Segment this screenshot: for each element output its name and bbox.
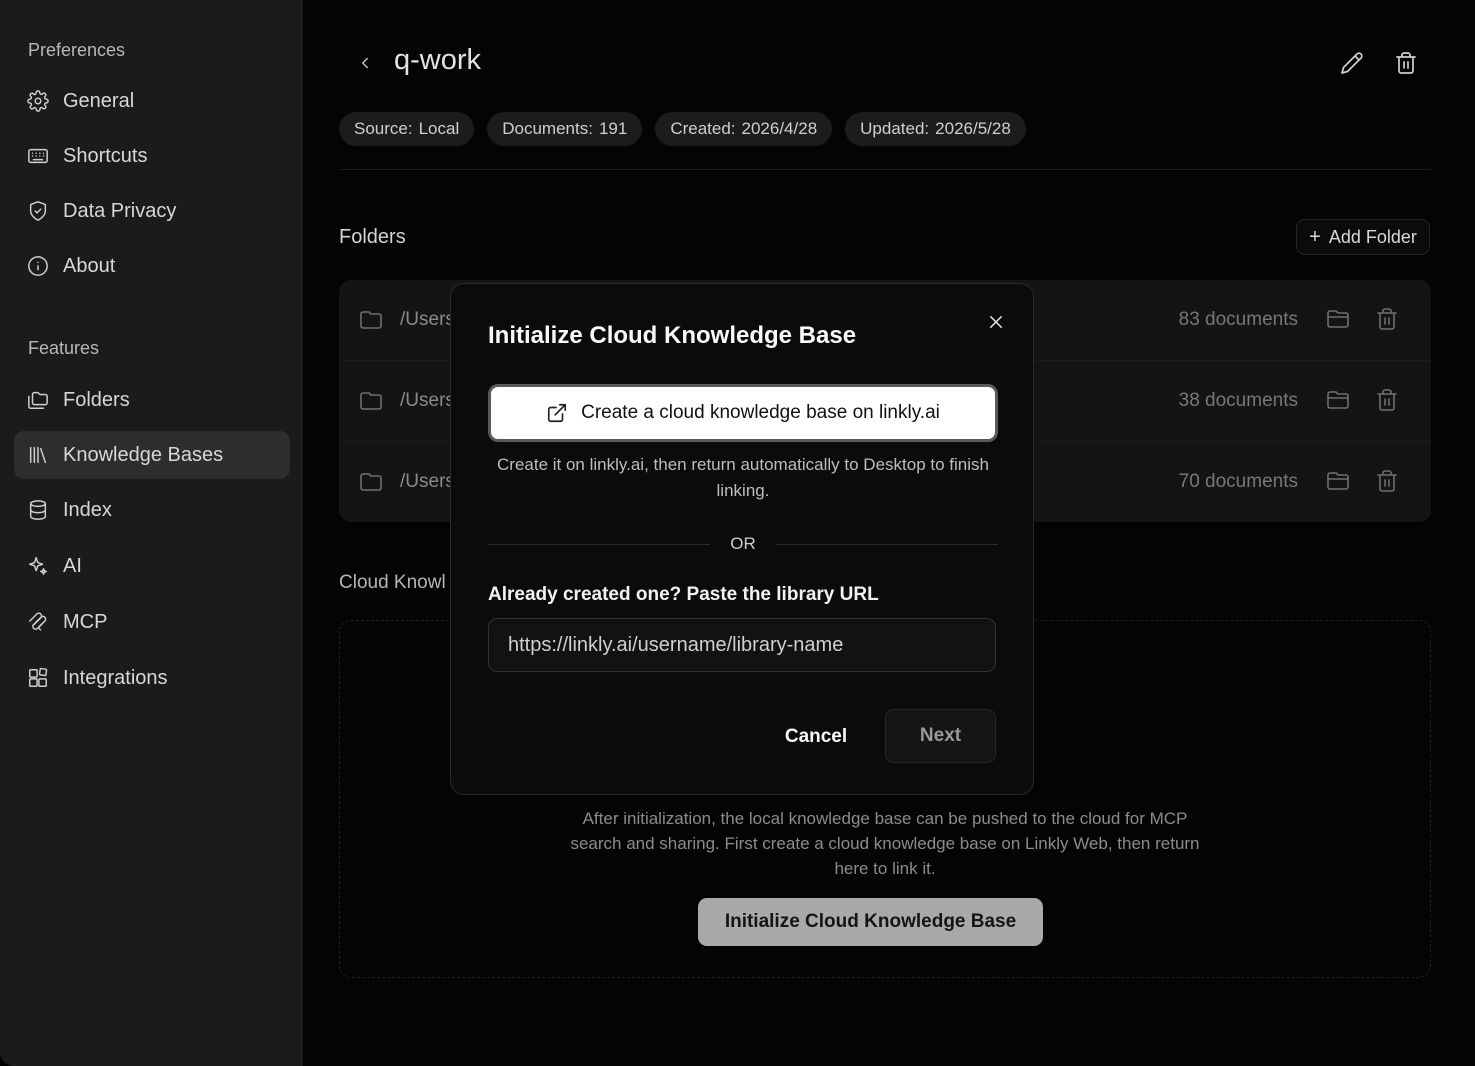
sidebar: Preferences General Shortcuts Data Priva…	[0, 0, 303, 1066]
updated-chip: Updated: 2026/5/28	[845, 112, 1026, 146]
delete-kb-button[interactable]	[1391, 48, 1421, 78]
sidebar-item-mcp[interactable]: MCP	[14, 598, 290, 646]
folder-open-icon	[1327, 310, 1349, 328]
sidebar-item-data-privacy[interactable]: Data Privacy	[14, 187, 290, 235]
trash-icon	[1377, 469, 1397, 492]
sidebar-item-label: Folders	[63, 388, 130, 411]
sidebar-item-label: MCP	[63, 610, 108, 633]
open-folder-button[interactable]	[1326, 469, 1352, 495]
folders-icon	[26, 388, 50, 412]
folder-document-count: 70 documents	[1178, 470, 1298, 492]
sidebar-item-label: Shortcuts	[63, 144, 148, 167]
back-button[interactable]	[353, 48, 377, 78]
blocks-icon	[26, 666, 50, 690]
chevron-left-icon	[362, 57, 368, 69]
trash-icon	[1396, 52, 1416, 74]
sidebar-item-general[interactable]: General	[14, 77, 290, 125]
close-button[interactable]	[983, 309, 1009, 335]
or-separator: OR	[730, 534, 756, 553]
url-label: Already created one? Paste the library U…	[488, 584, 879, 605]
database-icon	[26, 498, 50, 522]
sidebar-item-ai[interactable]: AI	[14, 542, 290, 590]
sidebar-item-label: Knowledge Bases	[63, 443, 224, 466]
folder-path: /Users	[400, 470, 455, 492]
create-hint: Create it on linkly.ai, then return auto…	[497, 455, 989, 500]
sidebar-item-integrations[interactable]: Integrations	[14, 654, 290, 702]
cloud-section-heading: Cloud Knowl	[339, 572, 446, 593]
sidebar-item-label: Index	[63, 498, 112, 521]
sidebar-item-label: About	[63, 254, 116, 277]
sidebar-item-folders[interactable]: Folders	[14, 376, 290, 424]
mcp-icon	[26, 610, 50, 634]
cloud-description: After initialization, the local knowledg…	[570, 809, 1200, 878]
sidebar-item-about[interactable]: About	[14, 242, 290, 290]
sidebar-item-label: Integrations	[63, 666, 168, 689]
delete-folder-button[interactable]	[1375, 307, 1401, 333]
preferences-section-label: Preferences	[28, 40, 126, 60]
page-title: q-work	[394, 44, 482, 76]
divider	[339, 169, 1431, 170]
sparkles-icon	[26, 554, 50, 578]
open-folder-button[interactable]	[1326, 388, 1352, 414]
edit-button[interactable]	[1337, 48, 1367, 78]
next-button[interactable]: Next	[885, 709, 996, 763]
library-icon	[26, 443, 50, 467]
folder-icon	[359, 308, 383, 332]
folders-heading: Folders	[339, 226, 406, 248]
trash-icon	[1377, 308, 1397, 330]
sidebar-item-index[interactable]: Index	[14, 486, 290, 534]
initialize-cloud-button[interactable]: Initialize Cloud Knowledge Base	[698, 898, 1043, 946]
sidebar-item-knowledge-bases[interactable]: Knowledge Bases	[14, 431, 290, 479]
created-chip: Created: 2026/4/28	[655, 112, 833, 146]
sidebar-item-shortcuts[interactable]: Shortcuts	[14, 132, 290, 180]
sidebar-item-label: AI	[63, 554, 82, 577]
info-icon	[26, 254, 50, 278]
create-on-linkly-button[interactable]: Create a cloud knowledge base on linkly.…	[488, 384, 998, 442]
sidebar-item-label: Data Privacy	[63, 199, 177, 222]
shield-icon	[26, 199, 50, 223]
delete-folder-button[interactable]	[1375, 469, 1401, 495]
cancel-button[interactable]: Cancel	[769, 710, 863, 764]
or-divider-left	[488, 544, 710, 545]
source-chip: Source: Local	[339, 112, 475, 146]
features-section-label: Features	[28, 338, 100, 358]
documents-chip: Documents: 191	[487, 112, 643, 146]
plus-icon: +	[1309, 225, 1321, 248]
folder-path: /Users	[400, 389, 455, 411]
folder-icon	[359, 470, 383, 494]
delete-folder-button[interactable]	[1375, 388, 1401, 414]
folder-icon	[359, 389, 383, 413]
external-link-icon	[548, 403, 567, 423]
trash-icon	[1377, 388, 1397, 411]
dialog-title: Initialize Cloud Knowledge Base	[488, 322, 857, 349]
sidebar-item-label: General	[63, 89, 135, 112]
add-folder-button[interactable]: + Add Folder	[1296, 219, 1430, 255]
library-url-input[interactable]	[488, 618, 996, 672]
or-divider-right	[776, 544, 998, 545]
open-folder-button[interactable]	[1326, 307, 1352, 333]
folder-document-count: 83 documents	[1178, 309, 1298, 330]
initialize-cloud-dialog: Initialize Cloud Knowledge Base Create a…	[450, 283, 1034, 795]
folder-path: /Users	[400, 309, 455, 330]
pencil-icon	[1341, 52, 1363, 74]
close-icon	[990, 316, 1002, 328]
folder-open-icon	[1327, 390, 1349, 409]
folder-open-icon	[1327, 471, 1349, 490]
metadata-chips: Source: Local Documents: 191 Created: 2026/…	[339, 112, 1026, 146]
keyboard-icon	[26, 144, 50, 168]
folder-document-count: 38 documents	[1178, 389, 1298, 411]
gear-icon	[26, 89, 50, 113]
